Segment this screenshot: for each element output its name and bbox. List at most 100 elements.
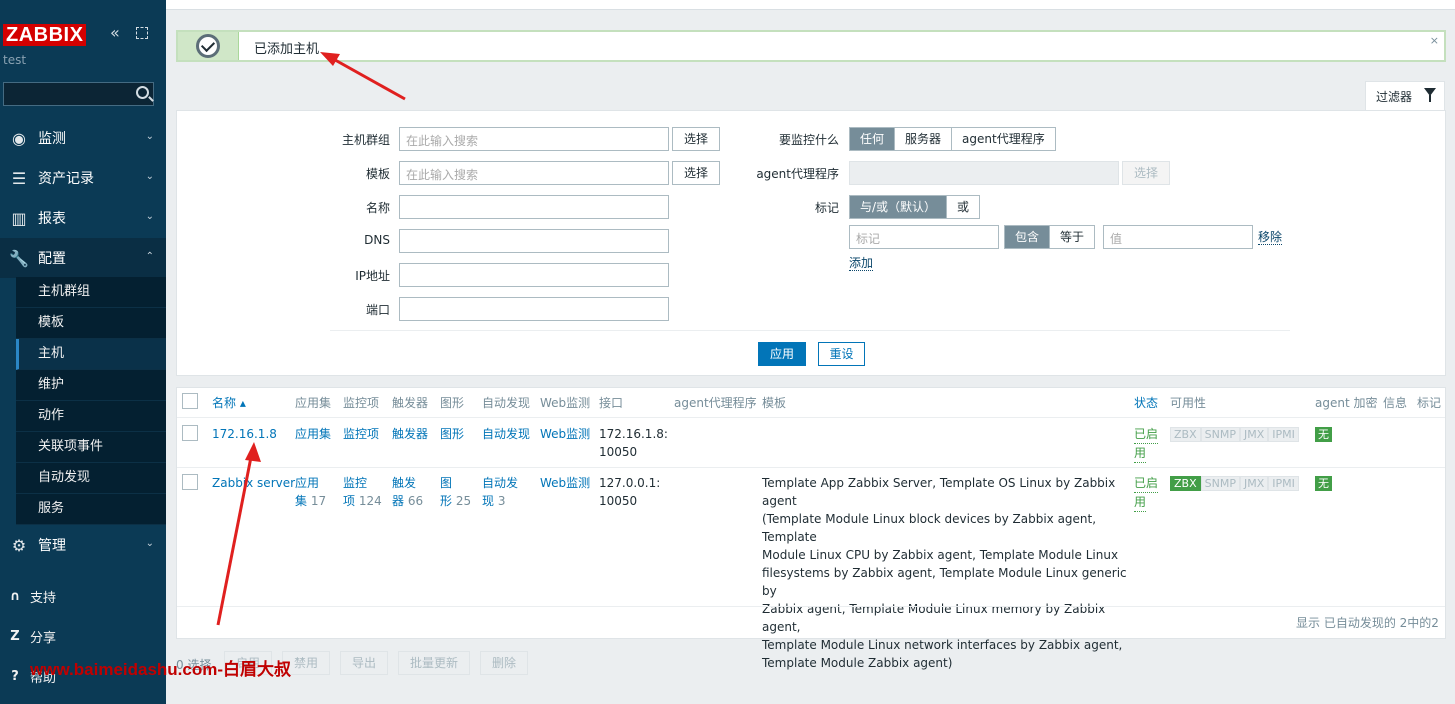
- tags-mode-and-or[interactable]: 与/或（默认）: [850, 196, 948, 218]
- row-divider: [177, 417, 1445, 418]
- submenu-actions[interactable]: 动作: [16, 401, 166, 432]
- list-icon: ☰: [11, 168, 27, 188]
- table-footer-count: 显示 已自动发现的 2中的2: [1296, 616, 1439, 630]
- web-link[interactable]: Web监测: [540, 425, 590, 443]
- host-groups-select-button[interactable]: 选择: [672, 127, 720, 151]
- snmp-badge: SNMP: [1200, 476, 1240, 491]
- status-enabled-link[interactable]: 已启用: [1134, 425, 1159, 463]
- proxy-label: agent代理程序: [756, 167, 839, 181]
- menu-monitoring[interactable]: ◉ 监测 ⌄: [0, 118, 166, 158]
- discovery-link[interactable]: 自动发现 3: [482, 474, 537, 510]
- submenu-templates[interactable]: 模板: [16, 308, 166, 339]
- reset-button[interactable]: 重设: [818, 342, 865, 366]
- tag-value-input[interactable]: 值: [1103, 225, 1253, 249]
- menu-label: 支持: [30, 590, 57, 606]
- host-name-link[interactable]: 172.16.1.8: [212, 425, 277, 443]
- graphs-link[interactable]: 图形 25: [440, 474, 480, 510]
- row-checkbox[interactable]: [182, 474, 198, 490]
- menu-support[interactable]: ∩ 支持: [0, 581, 166, 611]
- search-icon[interactable]: [136, 86, 149, 99]
- kiosk-mode-icon[interactable]: [136, 27, 148, 39]
- submenu-services[interactable]: 服务: [16, 494, 166, 525]
- templates-list: Template App Zabbix Server, Template OS …: [762, 474, 1127, 672]
- discovery-link[interactable]: 自动发现: [482, 425, 530, 443]
- collapse-sidebar-icon[interactable]: «: [110, 25, 120, 41]
- mass-update-button[interactable]: 批量更新: [398, 651, 470, 675]
- bar-chart-icon: ▥: [11, 208, 27, 228]
- menu-share[interactable]: Z 分享: [0, 621, 166, 651]
- gear-icon: ⚙: [11, 535, 27, 555]
- triggers-link[interactable]: 触发器: [392, 425, 428, 443]
- chevron-down-icon: ⌄: [145, 171, 154, 182]
- tags-mode-or[interactable]: 或: [947, 196, 979, 218]
- export-button[interactable]: 导出: [340, 651, 388, 675]
- host-name-link[interactable]: Zabbix server: [212, 474, 295, 492]
- templates-input[interactable]: 在此输入搜索: [399, 161, 669, 185]
- menu-configuration[interactable]: 🔧 配置 ⌃: [0, 238, 166, 278]
- delete-button[interactable]: 删除: [480, 651, 528, 675]
- host-groups-input[interactable]: 在此输入搜索: [399, 127, 669, 151]
- menu-reports[interactable]: ▥ 报表 ⌄: [0, 198, 166, 238]
- items-link[interactable]: 监控项 124: [343, 474, 388, 510]
- web-link[interactable]: Web监测: [540, 474, 590, 492]
- dns-input[interactable]: [399, 229, 669, 253]
- name-input[interactable]: [399, 195, 669, 219]
- menu-administration[interactable]: ⚙ 管理 ⌄: [0, 525, 166, 565]
- tags-label: 标记: [814, 201, 839, 215]
- template-line[interactable]: Module Linux CPU by Zabbix agent, Templa…: [762, 546, 1127, 564]
- row-divider: [177, 467, 1445, 468]
- items-link[interactable]: 监控项: [343, 425, 379, 443]
- submenu-hosts[interactable]: 主机: [16, 339, 166, 370]
- menu-inventory[interactable]: ☰ 资产记录 ⌄: [0, 158, 166, 198]
- filter-tab[interactable]: 过滤器: [1365, 81, 1445, 111]
- port-label: 端口: [365, 303, 390, 317]
- col-items: 监控项: [343, 396, 380, 410]
- monitored-by-server[interactable]: 服务器: [895, 128, 953, 150]
- help-icon: ?: [11, 668, 19, 684]
- tag-op-contains[interactable]: 包含: [1005, 226, 1051, 248]
- name-label: 名称: [365, 201, 390, 215]
- tag-remove-link[interactable]: 移除: [1258, 228, 1283, 246]
- template-line[interactable]: Template Module Zabbix agent): [762, 654, 1127, 672]
- monitored-by-label: 要监控什么: [778, 133, 839, 147]
- tag-add-link[interactable]: 添加: [849, 254, 874, 272]
- graphs-link[interactable]: 图形: [440, 425, 464, 443]
- templates-label: 模板: [365, 167, 390, 181]
- encryption-badge: 无: [1315, 427, 1332, 442]
- eye-icon: ◉: [12, 128, 26, 148]
- select-all-checkbox[interactable]: [182, 393, 198, 409]
- port-input[interactable]: [399, 297, 669, 321]
- template-line[interactable]: filesystems by Zabbix agent, Template Mo…: [762, 564, 1127, 600]
- template-line[interactable]: Template App Zabbix Server, Template OS …: [762, 474, 1127, 510]
- sidebar-search-input[interactable]: [3, 82, 154, 106]
- tag-op-equals[interactable]: 等于: [1050, 226, 1094, 248]
- templates-select-button[interactable]: 选择: [672, 161, 720, 185]
- monitored-by-switch: 任何 服务器 agent代理程序: [849, 127, 1056, 151]
- monitored-by-proxy[interactable]: agent代理程序: [952, 128, 1055, 150]
- share-icon: Z: [10, 628, 20, 644]
- tag-name-input[interactable]: 标记: [849, 225, 999, 249]
- template-line[interactable]: (Template Module Linux block devices by …: [762, 510, 1127, 546]
- apply-button[interactable]: 应用: [758, 342, 806, 366]
- col-name[interactable]: 名称 ▴: [212, 394, 246, 411]
- submenu-discovery[interactable]: 自动发现: [16, 463, 166, 494]
- submenu-host-groups[interactable]: 主机群组: [16, 277, 166, 308]
- submenu-event-correlation[interactable]: 关联项事件: [16, 432, 166, 463]
- close-icon[interactable]: ×: [1430, 34, 1439, 47]
- template-line[interactable]: Template Module Linux network interfaces…: [762, 636, 1127, 654]
- applications-link[interactable]: 应用集 17: [295, 474, 335, 510]
- tag-operator-switch: 包含 等于: [1004, 225, 1096, 249]
- monitored-by-any[interactable]: 任何: [850, 128, 896, 150]
- applications-link[interactable]: 应用集: [295, 425, 331, 443]
- col-graphs: 图形: [440, 396, 465, 410]
- status-enabled-link[interactable]: 已启用: [1134, 474, 1159, 512]
- triggers-link[interactable]: 触发器 66: [392, 474, 437, 510]
- col-triggers: 触发器: [392, 396, 429, 410]
- ipmi-badge: IPMI: [1268, 476, 1299, 491]
- ip-input[interactable]: [399, 263, 669, 287]
- col-status[interactable]: 状态: [1134, 394, 1158, 411]
- zabbix-logo[interactable]: ZABBIX: [3, 24, 87, 46]
- availability-badges: ZBX SNMP JMX IPMI: [1170, 476, 1299, 491]
- submenu-maintenance[interactable]: 维护: [16, 370, 166, 401]
- row-checkbox[interactable]: [182, 425, 198, 441]
